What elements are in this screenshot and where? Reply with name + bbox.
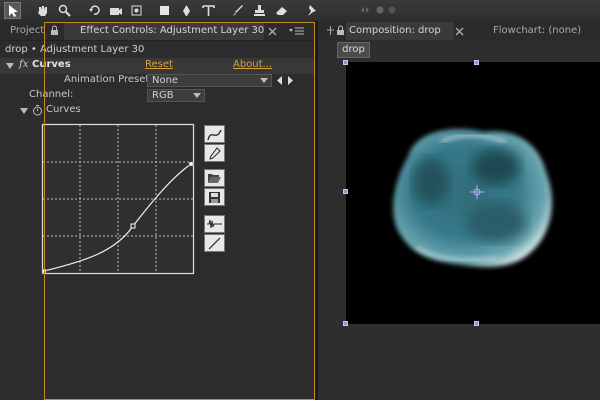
animation-presets-value: None <box>152 75 179 86</box>
curves-property-label: Curves <box>46 104 81 115</box>
panel-menu-icon[interactable] <box>289 26 305 39</box>
channel-label: Channel: <box>29 89 74 100</box>
expand-curves-icon[interactable] <box>20 107 28 118</box>
open-file-button[interactable] <box>204 169 225 187</box>
folder-open-icon <box>208 174 221 183</box>
viewer-menu-icon[interactable] <box>326 25 335 39</box>
layer-handle[interactable] <box>343 189 348 194</box>
linear-curve-icon <box>208 237 221 249</box>
layer-handle[interactable] <box>343 60 348 65</box>
channel-value: RGB <box>152 90 174 101</box>
layer-handle[interactable] <box>343 321 348 326</box>
about-link[interactable]: About... <box>233 59 272 70</box>
camera-tool-icon[interactable] <box>107 2 124 19</box>
bezier-curve-icon <box>207 129 222 140</box>
animation-presets-label: Animation Presets: <box>64 74 158 85</box>
rectangle-tool-icon[interactable] <box>156 2 173 19</box>
composition-canvas[interactable] <box>346 62 600 324</box>
tab-composition-label: Composition: drop <box>349 25 441 36</box>
zoom-tool-icon[interactable] <box>56 2 73 19</box>
chevron-down-icon <box>260 78 268 83</box>
layer-handle[interactable] <box>474 60 479 65</box>
hand-tool-icon[interactable] <box>34 2 51 19</box>
effect-controls-panel: drop • Adjustment Layer 30 fx Curves Res… <box>0 41 315 400</box>
reset-curve-button[interactable] <box>204 234 225 252</box>
selection-tool-icon[interactable] <box>4 2 21 19</box>
tab-effect-controls[interactable]: Effect Controls: Adjustment Layer 30 <box>64 22 264 40</box>
reset-link[interactable]: Reset <box>145 59 173 70</box>
curves-graph[interactable] <box>41 123 195 275</box>
chevron-down-icon <box>193 93 201 98</box>
bezier-curve-button[interactable] <box>204 125 225 143</box>
preset-nav-icon[interactable] <box>277 76 294 88</box>
stopwatch-icon[interactable] <box>32 104 43 119</box>
lock-icon[interactable] <box>50 25 59 39</box>
save-button[interactable] <box>204 188 225 206</box>
orbit-controls-icon <box>360 5 400 19</box>
layer-breadcrumb: drop • Adjustment Layer 30 <box>5 44 145 55</box>
pencil-icon <box>209 146 221 160</box>
type-tool-icon[interactable] <box>200 2 217 19</box>
tab-flowchart[interactable]: Flowchart: (none) <box>493 22 581 40</box>
pan-behind-tool-icon[interactable] <box>128 2 145 19</box>
layer-handle[interactable] <box>474 321 479 326</box>
tab-effect-controls-label: Effect Controls: Adjustment Layer 30 <box>80 25 265 36</box>
clone-stamp-tool-icon[interactable] <box>251 2 268 19</box>
eraser-tool-icon[interactable] <box>273 2 290 19</box>
expand-effect-icon[interactable] <box>6 62 14 73</box>
save-disk-icon <box>209 191 220 203</box>
drop-shape <box>393 129 552 267</box>
tools-toolbar <box>0 0 600 22</box>
channel-dropdown[interactable]: RGB <box>147 89 205 102</box>
brush-tool-icon[interactable] <box>229 2 246 19</box>
curves-graph-svg[interactable] <box>41 123 195 275</box>
rotate-tool-icon[interactable] <box>86 2 103 19</box>
pencil-button[interactable] <box>204 144 225 162</box>
fx-toggle-icon[interactable]: fx <box>19 59 28 70</box>
pen-tool-icon[interactable] <box>178 2 195 19</box>
puppet-pin-tool-icon[interactable] <box>303 2 320 19</box>
tab-close-icon[interactable] <box>455 27 464 39</box>
comp-nav-button[interactable]: drop <box>337 42 370 58</box>
smooth-curve-icon <box>207 219 222 229</box>
lock-icon[interactable] <box>336 25 345 39</box>
smooth-button[interactable] <box>204 215 225 233</box>
animation-presets-dropdown[interactable]: None <box>147 74 272 87</box>
effect-name: Curves <box>32 59 71 70</box>
tab-composition[interactable]: Composition: drop <box>346 22 454 40</box>
tab-close-icon[interactable] <box>268 27 277 39</box>
tab-project[interactable]: Project <box>10 22 44 40</box>
